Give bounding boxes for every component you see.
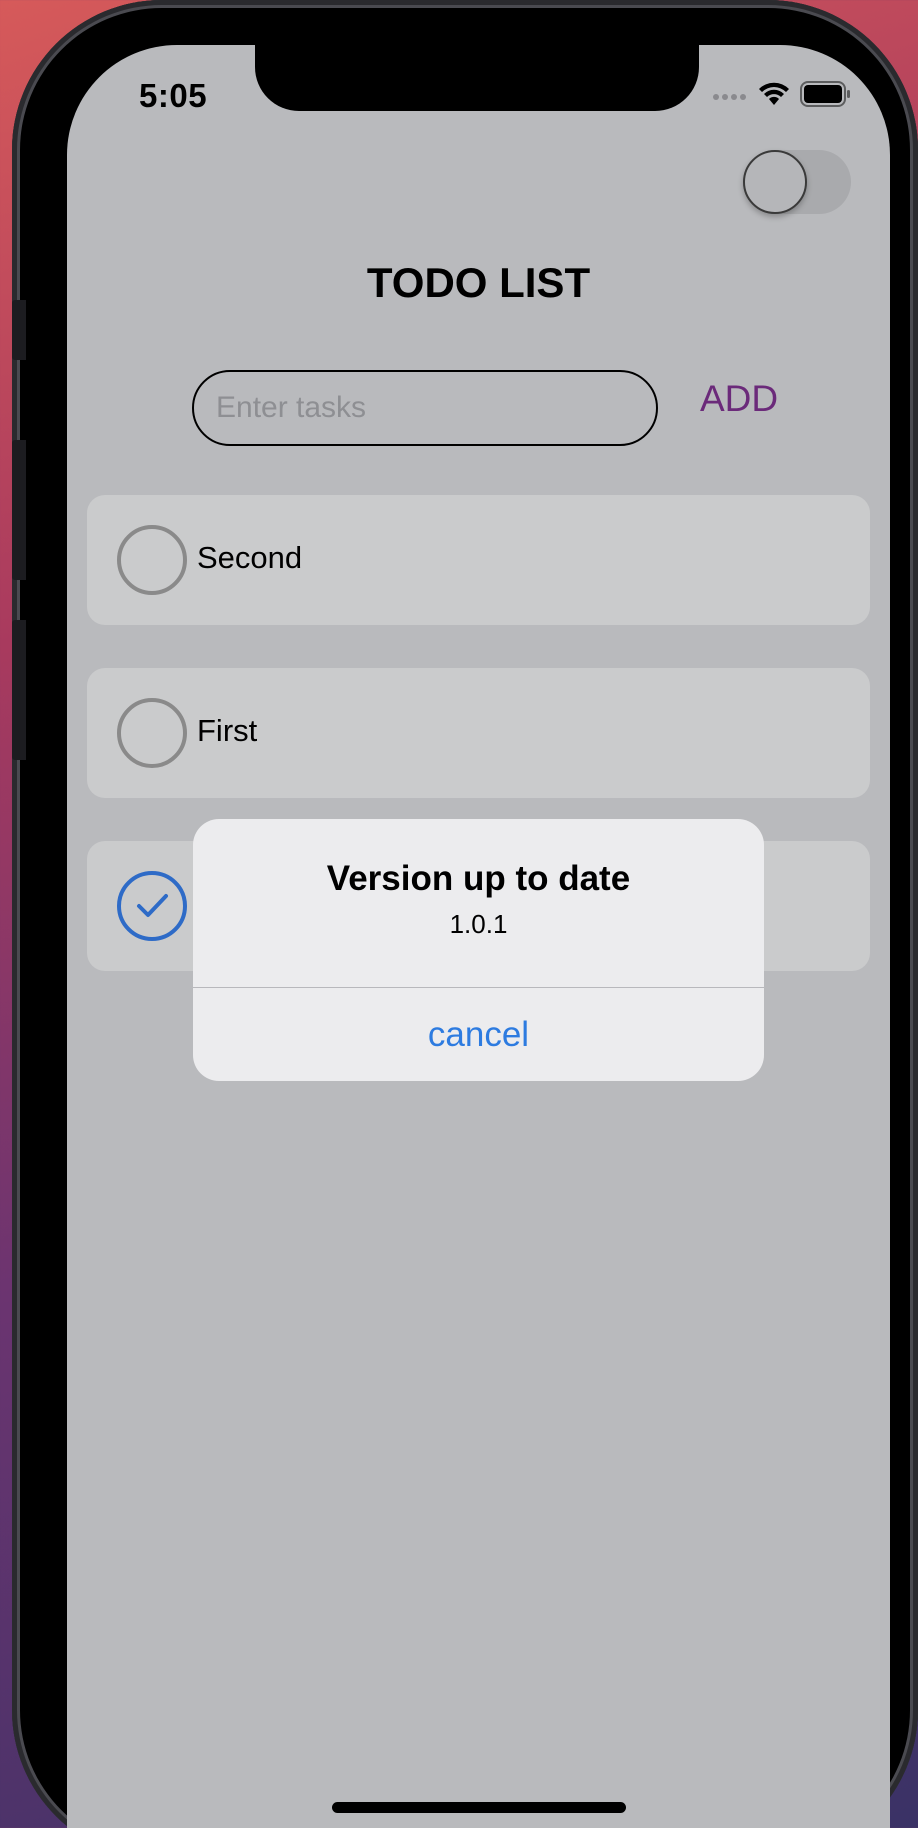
notch [255,45,699,111]
theme-toggle[interactable] [743,150,851,214]
todo-checkbox[interactable] [117,525,187,595]
alert-cancel-button[interactable]: cancel [193,988,764,1081]
version-alert-dialog: Version up to date 1.0.1 cancel [193,819,764,1081]
cellular-signal-icon [712,88,748,106]
volume-up-button [12,440,26,580]
battery-icon [800,81,852,112]
device-frame: 5:05 TODO LIST Enter tasks ADD Second Fi… [12,0,918,1828]
status-time: 5:05 [139,77,208,114]
todo-checkbox[interactable] [117,698,187,768]
add-button[interactable]: ADD [700,378,778,420]
todo-label: First [197,713,258,748]
toggle-knob [743,150,807,214]
checkmark-icon [137,894,168,917]
app-screen: 5:05 TODO LIST Enter tasks ADD Second Fi… [67,45,890,1828]
alert-version-message: 1.0.1 [449,909,508,939]
home-indicator[interactable] [332,1802,626,1813]
wifi-icon [758,81,790,112]
todo-checkbox-checked[interactable] [117,871,187,941]
todo-label: Second [197,540,303,575]
volume-down-button [12,620,26,760]
task-input[interactable] [192,370,658,446]
page-title: TODO LIST [366,259,591,306]
todo-item[interactable]: Second [87,495,870,625]
status-icons [712,81,852,112]
alert-title: Version up to date [326,859,631,898]
todo-item[interactable]: First [87,668,870,798]
mute-switch [12,300,26,360]
